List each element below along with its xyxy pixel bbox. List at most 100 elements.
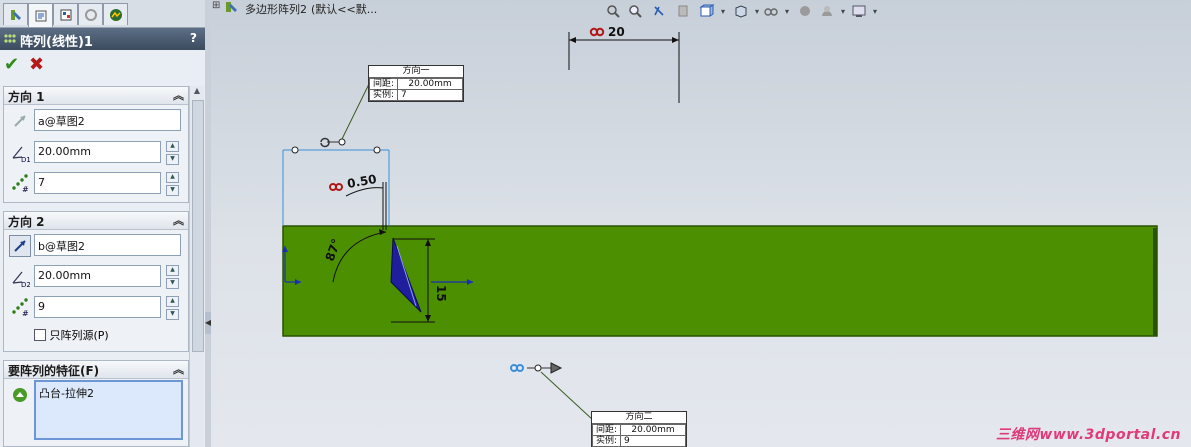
- hash-label: #: [22, 309, 29, 317]
- reverse-direction-icon: [14, 240, 26, 252]
- link-dimension-icon: [589, 27, 605, 37]
- scroll-thumb[interactable]: [192, 100, 204, 352]
- direction1-callout[interactable]: 方向一 间距: 20.00mm 实例: 7: [368, 65, 465, 102]
- direction2-reverse-button[interactable]: [9, 235, 31, 257]
- handle-point[interactable]: [373, 146, 381, 154]
- previous-view-icon[interactable]: [650, 2, 668, 20]
- dimxpert-icon: [84, 8, 97, 21]
- watermark-text: 三维网www.3dportal.cn: [995, 427, 1181, 443]
- tree-expand-icon[interactable]: ⊞: [212, 0, 220, 11]
- direction2-spacing-icon: D2: [10, 268, 30, 288]
- body-side-face: [1153, 228, 1157, 336]
- collapse-icon[interactable]: ︽: [173, 212, 184, 228]
- direction1-spacing-icon: D1: [10, 143, 30, 163]
- ok-cancel-bar: ✔ ✖: [0, 52, 205, 78]
- panel-tabs: [0, 0, 205, 28]
- zoom-to-area-icon[interactable]: [626, 2, 644, 20]
- callout1-table: 间距: 20.00mm 实例: 7: [368, 78, 464, 101]
- link-dimension-icon-2: [329, 183, 343, 191]
- dropdown-arrow-icon[interactable]: ▾: [778, 2, 796, 20]
- callout1-title: 方向一: [369, 66, 464, 78]
- hash-label: #: [22, 185, 29, 193]
- pm-title: 阵列(线性)1: [20, 35, 93, 50]
- callout2-spacing-value[interactable]: 20.00mm: [620, 424, 687, 436]
- direction2-header[interactable]: 方向 2 ︽: [4, 212, 188, 230]
- direction1-reference-field[interactable]: a@草图2: [34, 109, 181, 131]
- dim-height-value[interactable]: 15: [434, 285, 448, 302]
- direction1-reverse-icon[interactable]: [10, 111, 30, 131]
- direction2-instances-icon: #: [10, 297, 30, 317]
- configuration-manager-tab[interactable]: [53, 3, 78, 25]
- help-button[interactable]: ?: [190, 31, 197, 45]
- direction2-group: 方向 2 ︽ b@草图2 D2 20.00mm ▲ ▼ # 9 ▲ ▼ 只阵列源(P…: [3, 211, 189, 352]
- callout2-instances-value[interactable]: 9: [620, 435, 687, 447]
- callout1-leader: [341, 83, 370, 140]
- direction2-arrow-icon[interactable]: [510, 362, 563, 374]
- d2-label: D2: [21, 281, 30, 288]
- direction2-reference-field[interactable]: b@草图2: [34, 234, 181, 256]
- seed-only-label: 只阵列源(P): [49, 329, 109, 342]
- extruded-body[interactable]: [282, 225, 1158, 337]
- direction2-spacing-input[interactable]: 20.00mm: [34, 265, 161, 287]
- viewport-canvas: 20 0.50 87° 15: [282, 25, 1158, 421]
- direction2-instances-input[interactable]: 9: [34, 296, 161, 318]
- zoom-to-fit-icon[interactable]: [604, 2, 622, 20]
- callout2-table: 间距: 20.00mm 实例: 9: [591, 424, 687, 447]
- direction1-title: 方向 1: [8, 90, 45, 104]
- collapse-icon[interactable]: ︽: [173, 87, 184, 103]
- handle-point[interactable]: [291, 146, 299, 154]
- property-manager-panel: 阵列(线性)1 ? ✔ ✖ 方向 1 ︽ a@草图2 D1 20.00mm ▲ ▼…: [0, 0, 206, 447]
- seed-only-checkbox[interactable]: [34, 329, 46, 341]
- section-view-icon[interactable]: [674, 2, 692, 20]
- scroll-up-icon[interactable]: ▲: [191, 86, 203, 98]
- direction2-instances-spinner[interactable]: ▲ ▼: [166, 296, 179, 320]
- cancel-button[interactable]: ✖: [29, 56, 44, 74]
- feature-manager-icon: [10, 9, 21, 20]
- dropdown-arrow-icon[interactable]: ▾: [714, 2, 732, 20]
- callout1-instances-value[interactable]: 7: [397, 89, 464, 101]
- features-header[interactable]: 要阵列的特征(F) ︽: [4, 361, 188, 379]
- collapse-icon[interactable]: ︽: [173, 361, 184, 377]
- part-icon: [226, 2, 237, 12]
- direction2-callout[interactable]: 方向二 间距: 20.00mm 实例: 9: [591, 411, 688, 447]
- features-list[interactable]: 凸台-拉伸2: [34, 380, 183, 440]
- direction2-title: 方向 2: [8, 215, 45, 229]
- d1-label: D1: [21, 156, 30, 163]
- display-manager-icon: [109, 8, 122, 21]
- edit-appearance-icon[interactable]: [796, 2, 814, 20]
- callout1-instances-label: 实例:: [368, 89, 399, 101]
- graphics-viewport[interactable]: 20 0.50 87° 15 方向一 间距: 20.00mm 实例: 7 方向二…: [211, 0, 1191, 447]
- direction1-arrow-icon[interactable]: [320, 137, 346, 148]
- configuration-manager-icon: [60, 9, 71, 20]
- direction1-header[interactable]: 方向 1 ︽: [4, 87, 188, 105]
- direction1-spacing-spinner[interactable]: ▲ ▼: [166, 141, 179, 165]
- pm-title-bar: 阵列(线性)1 ?: [0, 28, 205, 50]
- features-title: 要阵列的特征(F): [8, 364, 100, 378]
- feature-manager-tab[interactable]: [3, 3, 28, 25]
- callout1-spacing-value[interactable]: 20.00mm: [397, 78, 464, 90]
- dropdown-arrow-icon[interactable]: ▾: [866, 2, 884, 20]
- direction1-instances-input[interactable]: 7: [34, 172, 161, 194]
- direction1-instances-spinner[interactable]: ▲ ▼: [166, 172, 179, 196]
- features-group: 要阵列的特征(F) ︽ 凸台-拉伸2: [3, 360, 189, 447]
- property-manager-icon: [35, 10, 46, 21]
- callout2-title: 方向二: [592, 412, 687, 424]
- seed-only-option[interactable]: 只阵列源(P): [34, 327, 109, 342]
- property-manager-tab[interactable]: [28, 3, 53, 27]
- direction1-spacing-input[interactable]: 20.00mm: [34, 141, 161, 163]
- features-list-item[interactable]: 凸台-拉伸2: [39, 385, 178, 401]
- linear-pattern-icon: [4, 34, 16, 43]
- dim-top-value[interactable]: 20: [608, 25, 625, 39]
- features-icon: [10, 385, 30, 405]
- direction1-group: 方向 1 ︽ a@草图2 D1 20.00mm ▲ ▼ # 7 ▲ ▼: [3, 86, 189, 203]
- callout2-spacing-label: 间距:: [591, 424, 622, 436]
- tree-part-label[interactable]: 多边形阵列2: [245, 1, 307, 17]
- callout2-leader: [540, 371, 594, 421]
- panel-scrollbar[interactable]: ▲: [189, 86, 204, 447]
- callout2-instances-label: 实例:: [591, 435, 622, 447]
- direction2-spacing-spinner[interactable]: ▲ ▼: [166, 265, 179, 289]
- callout1-spacing-label: 间距:: [368, 78, 399, 90]
- ok-button[interactable]: ✔: [4, 56, 19, 74]
- dimxpert-tab[interactable]: [78, 3, 103, 25]
- display-manager-tab[interactable]: [103, 3, 128, 25]
